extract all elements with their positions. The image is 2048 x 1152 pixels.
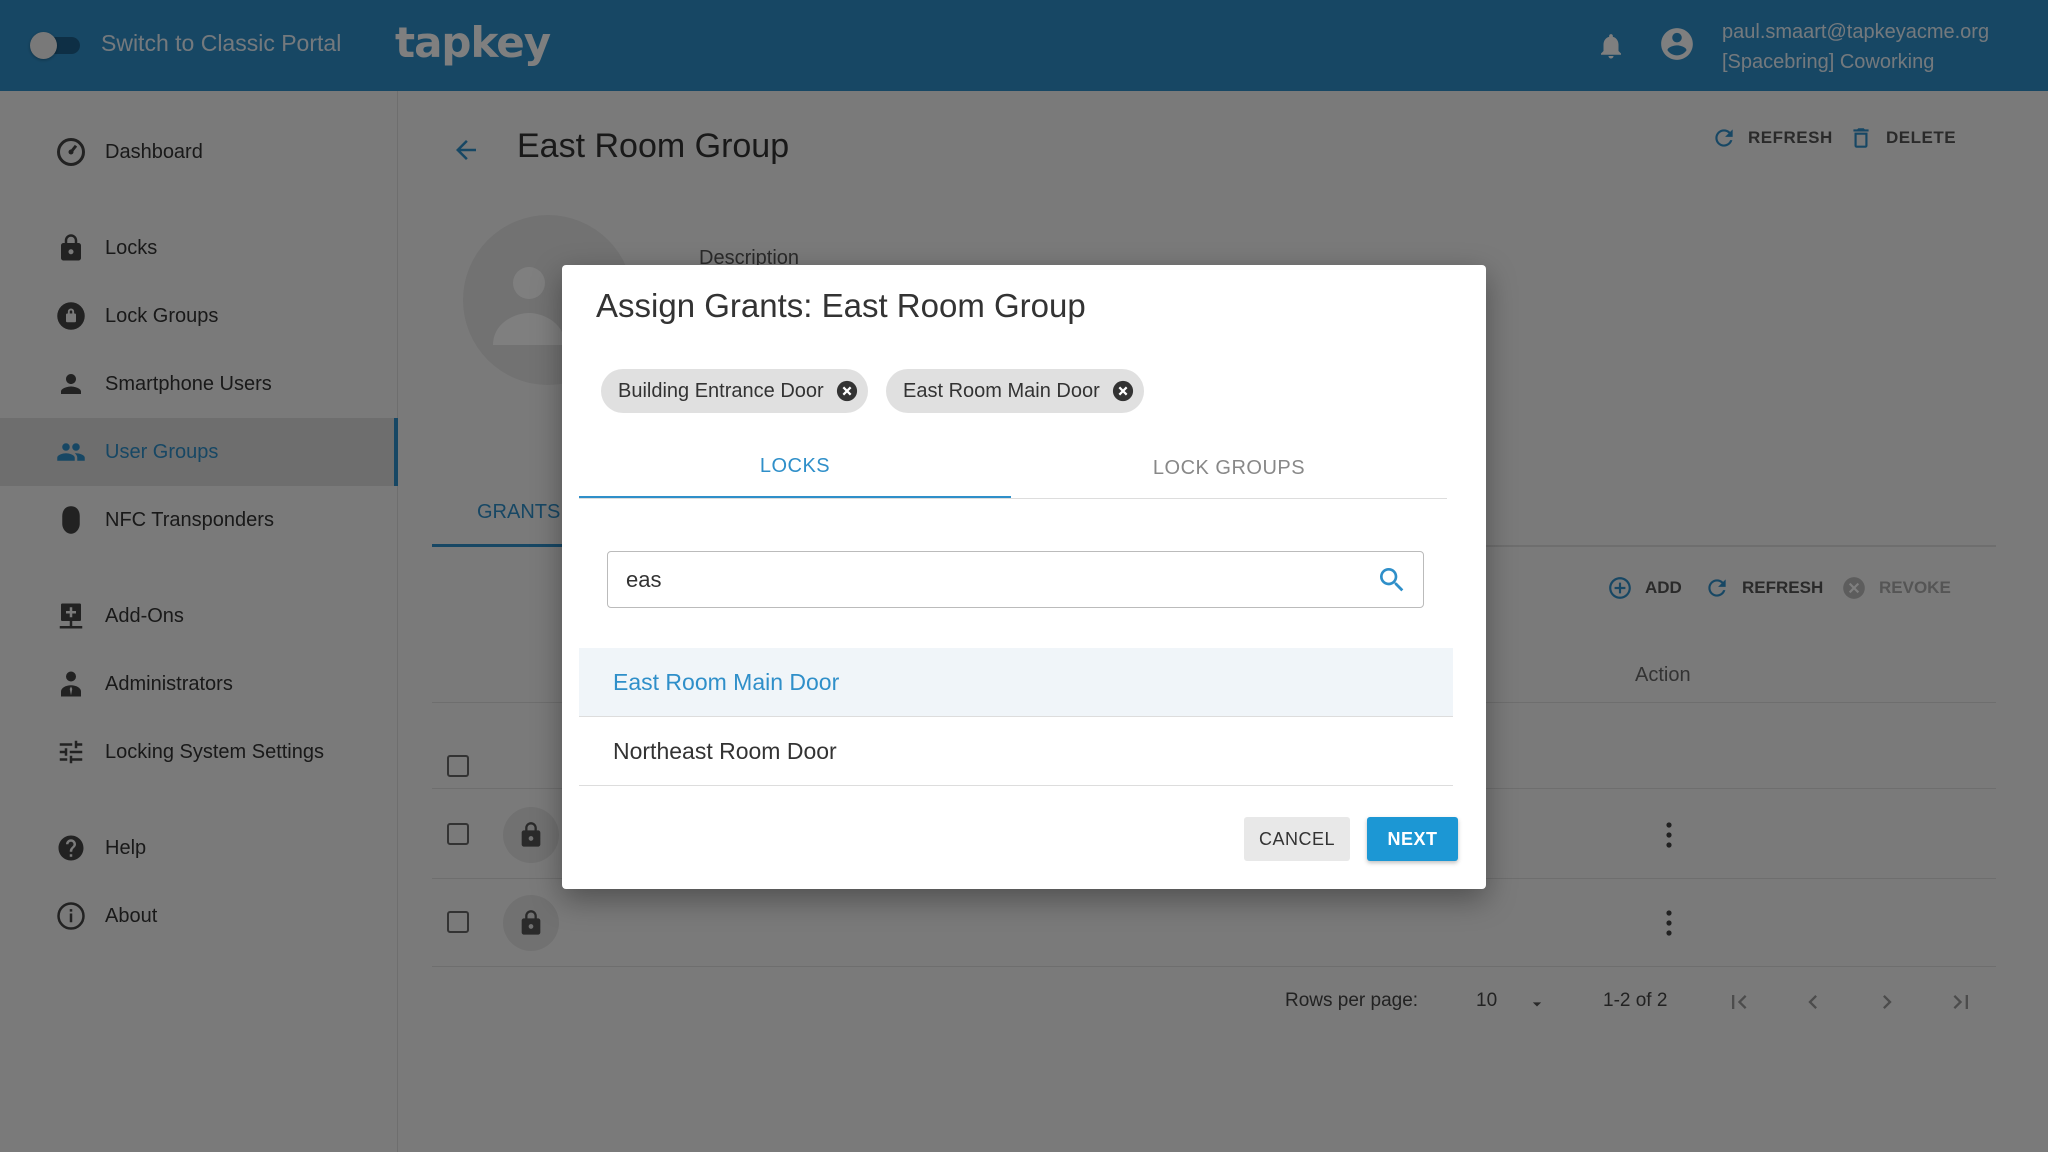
search-result-item[interactable]: East Room Main Door	[579, 648, 1453, 717]
tab-locks[interactable]: LOCKS	[579, 437, 1011, 499]
dialog-title: Assign Grants: East Room Group	[596, 287, 1086, 324]
tab-lock-groups[interactable]: LOCK GROUPS	[1011, 437, 1447, 499]
lock-search-box	[607, 551, 1424, 608]
remove-chip-icon[interactable]	[836, 380, 858, 402]
lock-search-input[interactable]	[626, 562, 1326, 598]
selected-chip: Building Entrance Door	[601, 369, 868, 413]
chip-label: East Room Main Door	[903, 379, 1100, 402]
remove-chip-icon[interactable]	[1112, 380, 1134, 402]
cancel-button[interactable]: CANCEL	[1244, 817, 1350, 861]
search-icon[interactable]	[1376, 564, 1408, 596]
chip-label: Building Entrance Door	[618, 379, 824, 402]
next-button[interactable]: NEXT	[1367, 817, 1458, 861]
selected-chip: East Room Main Door	[886, 369, 1144, 413]
assign-grants-dialog: Assign Grants: East Room Group Building …	[562, 265, 1486, 889]
search-result-item[interactable]: Northeast Room Door	[579, 717, 1453, 786]
